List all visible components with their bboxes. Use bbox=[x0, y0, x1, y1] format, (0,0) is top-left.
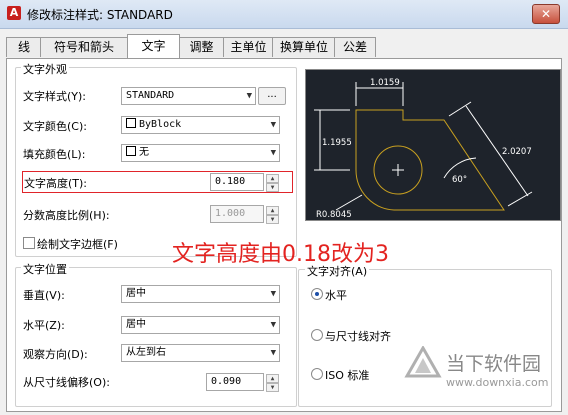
watermark-brand: 当下软件园 bbox=[446, 353, 542, 375]
spin-up-icon[interactable]: ▲ bbox=[266, 206, 279, 215]
text-height-input[interactable]: 0.180 ▲ ▼ bbox=[210, 173, 279, 192]
text-style-select[interactable]: STANDARD ▼ bbox=[121, 87, 256, 105]
offset-value: 0.090 bbox=[211, 376, 242, 387]
align-dimension-radio[interactable] bbox=[311, 329, 323, 341]
fraction-height-input[interactable]: 1.000 ▲ ▼ bbox=[210, 205, 279, 224]
title-bar: A 修改标注样式: STANDARD ✕ bbox=[0, 0, 568, 29]
horizontal-select[interactable]: 居中 ▼ bbox=[121, 316, 280, 334]
tab-tolerances[interactable]: 公差 bbox=[334, 37, 376, 57]
watermark-logo bbox=[404, 346, 442, 378]
tab-fit[interactable]: 调整 bbox=[178, 37, 225, 57]
fill-color-label: 填充颜色(L): bbox=[23, 148, 86, 161]
spin-up-icon[interactable]: ▲ bbox=[266, 374, 279, 383]
chevron-down-icon: ▼ bbox=[270, 120, 276, 130]
text-style-value: STANDARD bbox=[126, 90, 175, 101]
chevron-down-icon: ▼ bbox=[270, 320, 276, 330]
part-outline bbox=[355, 109, 505, 211]
watermark-url: www.downxia.com bbox=[446, 376, 549, 389]
app-icon: A bbox=[7, 6, 21, 20]
dim-top-text: 1.0159 bbox=[370, 78, 400, 88]
text-height-value: 0.180 bbox=[215, 176, 246, 187]
chevron-down-icon: ▼ bbox=[270, 348, 276, 358]
dimension-preview-drawing: 1.0159 1.1955 2.0207 60° R0.8045 bbox=[314, 78, 533, 220]
text-placement-legend: 文字位置 bbox=[21, 261, 69, 277]
tab-alternate-units[interactable]: 换算单位 bbox=[272, 37, 336, 57]
align-dimension-label: 与尺寸线对齐 bbox=[325, 330, 391, 343]
tab-symbols-arrows[interactable]: 符号和箭头 bbox=[40, 37, 128, 57]
preview-pane: 1.0159 1.1955 2.0207 60° R0.8045 bbox=[305, 69, 561, 221]
horizontal-label: 水平(Z): bbox=[23, 319, 65, 332]
text-color-label: 文字颜色(C): bbox=[23, 120, 87, 133]
spin-down-icon[interactable]: ▼ bbox=[266, 215, 279, 224]
chevron-down-icon: ▼ bbox=[246, 91, 252, 101]
fraction-height-label: 分数高度比例(H): bbox=[23, 209, 110, 222]
dim-right-text: 2.0207 bbox=[502, 147, 532, 157]
fraction-height-spinner[interactable]: ▲ ▼ bbox=[266, 206, 279, 224]
align-iso-label: ISO 标准 bbox=[325, 369, 370, 382]
chevron-down-icon: ▼ bbox=[270, 148, 276, 158]
align-horizontal-radio[interactable] bbox=[311, 288, 323, 300]
tab-lines[interactable]: 线 bbox=[6, 37, 42, 57]
text-height-spinner[interactable]: ▲ ▼ bbox=[266, 174, 279, 192]
vertical-value: 居中 bbox=[126, 288, 146, 299]
vertical-label: 垂直(V): bbox=[23, 289, 65, 302]
text-style-label: 文字样式(Y): bbox=[23, 90, 87, 103]
offset-label: 从尺寸线偏移(O): bbox=[23, 376, 110, 389]
angle-text: 60° bbox=[452, 175, 467, 185]
annotation-text: 文字高度由0.18改为3 bbox=[172, 242, 389, 267]
window-title: 修改标注样式: STANDARD bbox=[27, 8, 173, 22]
offset-input[interactable]: 0.090 ▲ ▼ bbox=[206, 373, 279, 392]
dim-left-text: 1.1955 bbox=[322, 138, 352, 148]
text-style-browse-button[interactable]: ... bbox=[258, 87, 286, 105]
text-height-label: 文字高度(T): bbox=[24, 177, 88, 190]
radius-text: R0.8045 bbox=[316, 210, 352, 220]
tab-primary-units[interactable]: 主单位 bbox=[223, 37, 274, 57]
color-swatch-icon bbox=[126, 146, 136, 156]
vertical-select[interactable]: 居中 ▼ bbox=[121, 285, 280, 303]
fill-color-select[interactable]: 无 ▼ bbox=[121, 144, 280, 162]
color-swatch-icon bbox=[126, 118, 136, 128]
draw-frame-label: 绘制文字边框(F) bbox=[37, 238, 118, 251]
text-color-value: ByBlock bbox=[139, 119, 182, 130]
view-direction-label: 观察方向(D): bbox=[23, 348, 88, 361]
spin-down-icon[interactable]: ▼ bbox=[266, 183, 279, 192]
draw-frame-checkbox[interactable] bbox=[23, 237, 35, 249]
close-button[interactable]: ✕ bbox=[532, 4, 560, 24]
spin-down-icon[interactable]: ▼ bbox=[266, 383, 279, 392]
offset-spinner[interactable]: ▲ ▼ bbox=[266, 374, 279, 392]
align-horizontal-label: 水平 bbox=[325, 289, 347, 302]
spin-up-icon[interactable]: ▲ bbox=[266, 174, 279, 183]
tab-text[interactable]: 文字 bbox=[127, 34, 180, 58]
view-direction-value: 从左到右 bbox=[126, 347, 166, 358]
fraction-height-value: 1.000 bbox=[215, 208, 246, 219]
align-iso-radio[interactable] bbox=[311, 368, 323, 380]
horizontal-value: 居中 bbox=[126, 319, 146, 330]
chevron-down-icon: ▼ bbox=[270, 289, 276, 299]
fill-color-value: 无 bbox=[139, 147, 149, 158]
text-appearance-legend: 文字外观 bbox=[21, 61, 69, 77]
view-direction-select[interactable]: 从左到右 ▼ bbox=[121, 344, 280, 362]
text-color-select[interactable]: ByBlock ▼ bbox=[121, 116, 280, 134]
